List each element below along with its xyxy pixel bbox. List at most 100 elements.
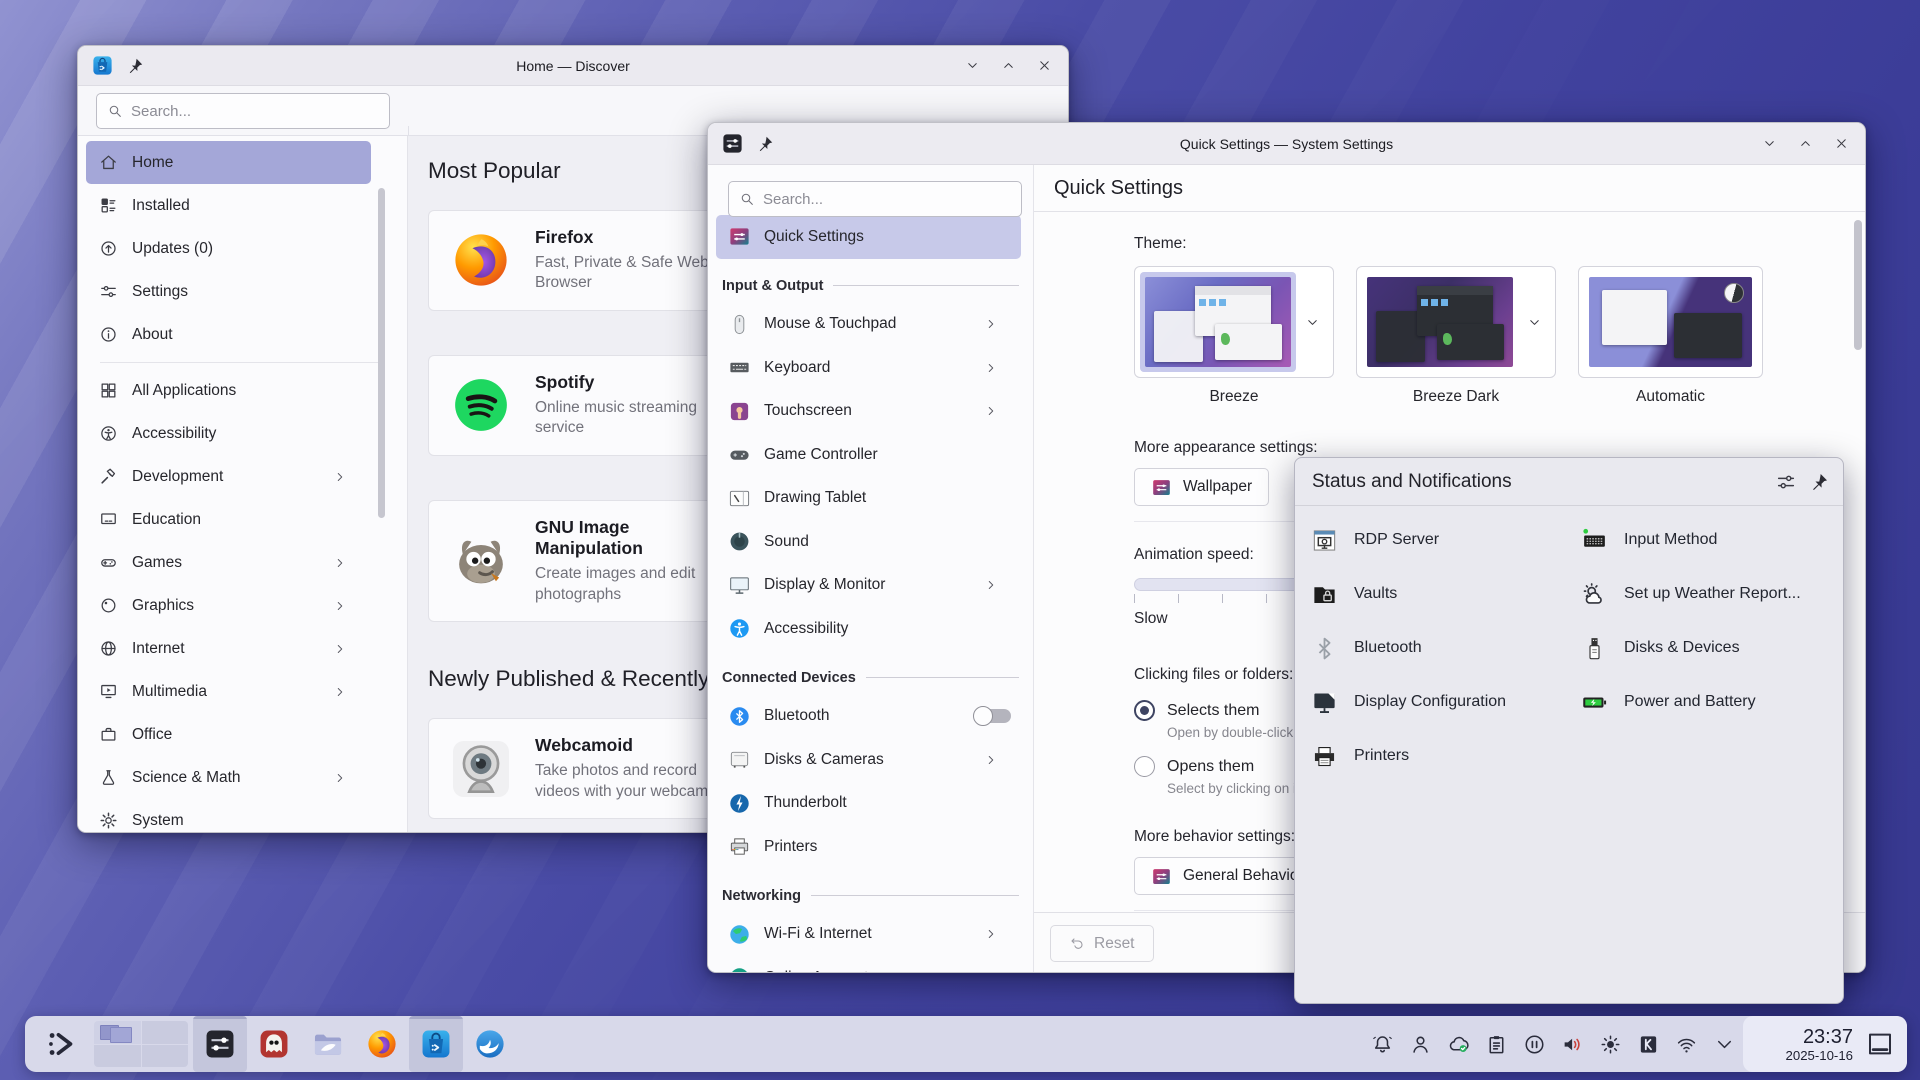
tray-media-player[interactable]	[1515, 1016, 1553, 1072]
pin-icon[interactable]	[127, 57, 144, 74]
popup-item-bluetooth[interactable]: Bluetooth	[1311, 621, 1565, 675]
popup-item-input-method[interactable]: Input Method	[1581, 513, 1835, 567]
popup-item-power-and-battery[interactable]: Power and Battery	[1581, 675, 1835, 729]
sidebar-item-graphics[interactable]: Graphics	[86, 584, 371, 627]
content-scrollbar[interactable]	[1854, 220, 1862, 350]
discover-titlebar[interactable]: Home — Discover	[78, 46, 1068, 86]
ghost-app-icon	[257, 1027, 291, 1061]
popup-item-label: Display Configuration	[1354, 693, 1506, 711]
tray-k-app[interactable]	[1629, 1016, 1667, 1072]
popup-item-printers[interactable]: Printers	[1311, 729, 1565, 783]
sidebar-item-multimedia[interactable]: Multimedia	[86, 670, 371, 713]
popup-item-disks-devices[interactable]: Disks & Devices	[1581, 621, 1835, 675]
sidebar-item-all-applications[interactable]: All Applications	[86, 369, 371, 412]
sidebar-item-updates-0[interactable]: Updates (0)	[86, 227, 371, 270]
close-icon[interactable]	[1037, 58, 1052, 73]
settings-item-display-monitor[interactable]: Display & Monitor	[716, 564, 1021, 608]
settings-item-sound[interactable]: Sound	[716, 520, 1021, 564]
popup-item-vaults[interactable]: Vaults	[1311, 567, 1565, 621]
radio-dot[interactable]	[1134, 700, 1155, 721]
theme-card-breeze-dark[interactable]	[1356, 266, 1556, 378]
search-field[interactable]	[96, 93, 390, 129]
settings-item-online-accounts[interactable]: Online Accounts	[716, 956, 1021, 972]
tray-clipboard[interactable]	[1477, 1016, 1515, 1072]
taskbar-firefox[interactable]	[355, 1016, 409, 1072]
tray-user-switcher[interactable]	[1401, 1016, 1439, 1072]
taskbar-system-settings[interactable]	[193, 1016, 247, 1072]
tray-notifications[interactable]	[1363, 1016, 1401, 1072]
search-input[interactable]	[763, 191, 1011, 208]
sidebar-item-installed[interactable]: Installed	[86, 184, 371, 227]
maximize-icon[interactable]	[1798, 136, 1813, 151]
theme-card-breeze[interactable]	[1134, 266, 1334, 378]
minimize-icon[interactable]	[965, 58, 980, 73]
settings-item-quick-settings[interactable]: Quick Settings	[716, 215, 1021, 259]
sidebar-item-home[interactable]: Home	[86, 141, 371, 184]
tray-brightness[interactable]	[1591, 1016, 1629, 1072]
firefox-logo-icon	[449, 228, 513, 292]
sidebar-item-education[interactable]: Education	[86, 498, 371, 541]
settings-titlebar[interactable]: Quick Settings — System Settings	[708, 123, 1865, 165]
settings-item-drawing-tablet[interactable]: Drawing Tablet	[716, 477, 1021, 521]
popup-item-label: Set up Weather Report...	[1624, 585, 1801, 603]
tray-network-wifi[interactable]	[1667, 1016, 1705, 1072]
theme-card-automatic[interactable]	[1578, 266, 1763, 378]
settings-item-keyboard[interactable]: Keyboard	[716, 346, 1021, 390]
settings-item-mouse-touchpad[interactable]: Mouse & Touchpad	[716, 303, 1021, 347]
pin-icon[interactable]	[1810, 472, 1829, 491]
settings-item-accessibility[interactable]: Accessibility	[716, 607, 1021, 651]
settings-item-game-controller[interactable]: Game Controller	[716, 433, 1021, 477]
taskbar-falkon-browser[interactable]	[463, 1016, 517, 1072]
settings-item-wi-fi-internet[interactable]: Wi-Fi & Internet	[716, 913, 1021, 957]
taskbar-app-launcher[interactable]	[35, 1016, 89, 1072]
radio-dot[interactable]	[1134, 756, 1155, 777]
sidebar-item-accessibility[interactable]: Accessibility	[86, 412, 371, 455]
settings-item-touchscreen[interactable]: Touchscreen	[716, 390, 1021, 434]
search-field[interactable]	[728, 181, 1022, 217]
theme-dropdown-button[interactable]	[1518, 272, 1550, 372]
minimize-icon[interactable]	[1762, 136, 1777, 151]
settings-item-label: Display & Monitor	[764, 576, 984, 594]
sidebar-item-science-math[interactable]: Science & Math	[86, 756, 371, 799]
search-input[interactable]	[131, 103, 379, 120]
popup-item-display-configuration[interactable]: Display Configuration	[1311, 675, 1565, 729]
maximize-icon[interactable]	[1001, 58, 1016, 73]
configure-icon[interactable]	[1775, 471, 1797, 493]
bluetooth-toggle[interactable]	[975, 709, 1011, 723]
wallpaper-button[interactable]: Wallpaper	[1134, 468, 1269, 506]
sound-icon	[728, 530, 751, 553]
sidebar-item-development[interactable]: Development	[86, 455, 371, 498]
popup-item-rdp-server[interactable]: RDP Server	[1311, 513, 1565, 567]
sidebar-item-about[interactable]: About	[86, 313, 371, 356]
close-icon[interactable]	[1834, 136, 1849, 151]
settings-item-printers[interactable]: Printers	[716, 825, 1021, 869]
sidebar-item-settings[interactable]: Settings	[86, 270, 371, 313]
digital-clock[interactable]: 23:37 2025-10-16	[1759, 1026, 1853, 1063]
settings-item-label: Touchscreen	[764, 402, 984, 420]
settings-item-bluetooth[interactable]: Bluetooth	[716, 695, 1021, 739]
theme-dropdown-button[interactable]	[1296, 272, 1328, 372]
chevron-right-icon	[984, 361, 998, 375]
virtual-desktop-pager[interactable]	[94, 1021, 188, 1067]
taskbar-discover[interactable]	[409, 1016, 463, 1072]
sidebar-item-label: Office	[132, 726, 361, 744]
sidebar-item-internet[interactable]: Internet	[86, 627, 371, 670]
theme-label-automatic: Automatic	[1578, 388, 1763, 406]
show-desktop-icon[interactable]	[1865, 1029, 1895, 1059]
sidebar-item-office[interactable]: Office	[86, 713, 371, 756]
sidebar-item-system[interactable]: System	[86, 799, 371, 833]
sidebar-scrollbar[interactable]	[378, 188, 385, 518]
tray-cloud-sync[interactable]	[1439, 1016, 1477, 1072]
taskbar-ghost-app[interactable]	[247, 1016, 301, 1072]
reset-button[interactable]: Reset	[1050, 925, 1154, 962]
taskbar-dolphin-file-manager[interactable]	[301, 1016, 355, 1072]
sidebar-item-games[interactable]: Games	[86, 541, 371, 584]
all-apps-icon	[99, 381, 118, 400]
pin-icon[interactable]	[757, 135, 774, 152]
tray-expand-tray[interactable]	[1705, 1016, 1743, 1072]
settings-item-thunderbolt[interactable]: Thunderbolt	[716, 782, 1021, 826]
settings-item-disks-cameras[interactable]: Disks & Cameras	[716, 738, 1021, 782]
general-behavior-button[interactable]: General Behavior	[1134, 857, 1321, 895]
tray-volume[interactable]	[1553, 1016, 1591, 1072]
popup-item-set-up-weather-report[interactable]: Set up Weather Report...	[1581, 567, 1835, 621]
